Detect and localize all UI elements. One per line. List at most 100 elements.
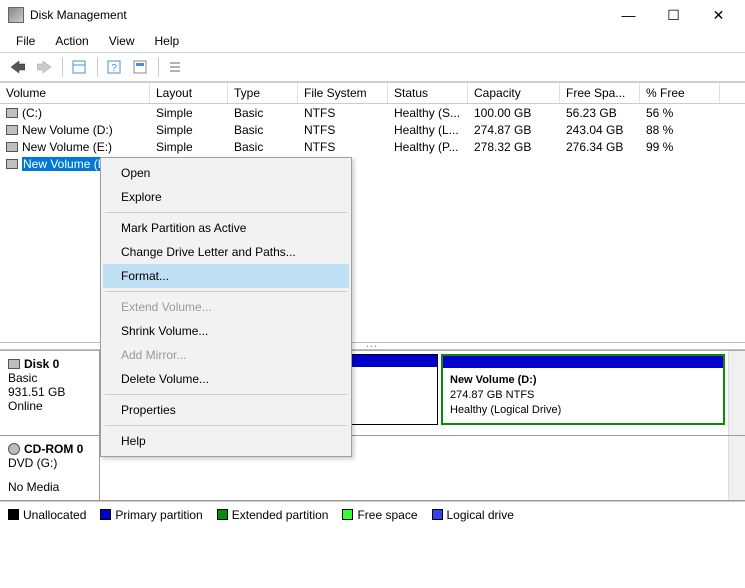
partition-d[interactable]: New Volume (D:) 274.87 GB NTFS Healthy (… bbox=[441, 354, 725, 425]
cell-free: 243.04 GB bbox=[560, 123, 640, 137]
disk-size: 931.51 GB bbox=[8, 385, 91, 399]
properties-button[interactable] bbox=[67, 56, 91, 78]
cell-pct: 37 % bbox=[640, 157, 720, 171]
legend-free: Free space bbox=[342, 508, 417, 522]
ctx-explore[interactable]: Explore bbox=[103, 185, 349, 209]
disk-type: Basic bbox=[8, 371, 91, 385]
ctx-delete-volume[interactable]: Delete Volume... bbox=[103, 367, 349, 391]
legend-primary: Primary partition bbox=[100, 508, 202, 522]
cell-type: Basic bbox=[228, 123, 298, 137]
cell-pct: 99 % bbox=[640, 140, 720, 154]
maximize-button[interactable]: ☐ bbox=[651, 1, 696, 29]
legend-unallocated: Unallocated bbox=[8, 508, 86, 522]
cell-free: 56.23 GB bbox=[560, 106, 640, 120]
disk-status: No Media bbox=[8, 480, 91, 494]
ctx-format[interactable]: Format... bbox=[103, 264, 349, 288]
help-button[interactable]: ? bbox=[102, 56, 126, 78]
legend: Unallocated Primary partition Extended p… bbox=[0, 501, 745, 528]
ctx-separator bbox=[105, 394, 347, 395]
ctx-properties[interactable]: Properties bbox=[103, 398, 349, 422]
cell-fs: NTFS bbox=[298, 140, 388, 154]
cell-capacity: 278.32 GB bbox=[468, 157, 560, 171]
legend-logical: Logical drive bbox=[432, 508, 514, 522]
volume-name: New Volume (D:) bbox=[22, 123, 113, 137]
ctx-shrink-volume[interactable]: Shrink Volume... bbox=[103, 319, 349, 343]
vertical-scrollbar[interactable] bbox=[728, 436, 745, 500]
disk-status: Online bbox=[8, 399, 91, 413]
col-volume[interactable]: Volume bbox=[0, 83, 150, 103]
cell-layout: Simple bbox=[150, 140, 228, 154]
cell-capacity: 100.00 GB bbox=[468, 106, 560, 120]
titlebar: Disk Management — ☐ ✕ bbox=[0, 0, 745, 30]
col-spacer bbox=[720, 83, 745, 103]
col-filesystem[interactable]: File System bbox=[298, 83, 388, 103]
ctx-add-mirror: Add Mirror... bbox=[103, 343, 349, 367]
partition-status: Healthy (Logical Drive) bbox=[450, 404, 561, 416]
toolbar: ? bbox=[0, 53, 745, 81]
ctx-help[interactable]: Help bbox=[103, 429, 349, 453]
volume-list-header: Volume Layout Type File System Status Ca… bbox=[0, 82, 745, 104]
svg-text:?: ? bbox=[111, 63, 117, 74]
context-menu: Open Explore Mark Partition as Active Ch… bbox=[100, 157, 352, 457]
col-type[interactable]: Type bbox=[228, 83, 298, 103]
volume-row[interactable]: (C:) Simple Basic NTFS Healthy (S... 100… bbox=[0, 104, 745, 121]
disk-info[interactable]: CD-ROM 0 DVD (G:) No Media bbox=[0, 436, 100, 500]
col-free[interactable]: Free Spa... bbox=[560, 83, 640, 103]
disk-icon bbox=[8, 359, 20, 369]
minimize-button[interactable]: — bbox=[606, 1, 651, 29]
disk-management-icon bbox=[8, 7, 24, 23]
list-view-button[interactable] bbox=[163, 56, 187, 78]
window-title: Disk Management bbox=[30, 8, 606, 22]
cell-status: Healthy (P... bbox=[388, 140, 468, 154]
cell-pct: 56 % bbox=[640, 106, 720, 120]
menu-help[interactable]: Help bbox=[145, 32, 190, 50]
close-button[interactable]: ✕ bbox=[696, 1, 741, 29]
volume-row[interactable]: New Volume (D:) Simple Basic NTFS Health… bbox=[0, 121, 745, 138]
toolbar-separator bbox=[97, 57, 98, 77]
cell-status: Healthy (P... bbox=[388, 157, 468, 171]
ctx-mark-active[interactable]: Mark Partition as Active bbox=[103, 216, 349, 240]
menu-view[interactable]: View bbox=[99, 32, 145, 50]
cell-layout: Simple bbox=[150, 106, 228, 120]
cell-status: Healthy (L... bbox=[388, 123, 468, 137]
cell-free: 276.34 GB bbox=[560, 140, 640, 154]
menubar: File Action View Help bbox=[0, 30, 745, 52]
col-capacity[interactable]: Capacity bbox=[468, 83, 560, 103]
ctx-extend-volume: Extend Volume... bbox=[103, 295, 349, 319]
settings-button[interactable] bbox=[128, 56, 152, 78]
back-button[interactable] bbox=[6, 56, 30, 78]
drive-icon bbox=[6, 108, 18, 118]
ctx-separator bbox=[105, 291, 347, 292]
drive-icon bbox=[6, 125, 18, 135]
vertical-scrollbar[interactable] bbox=[728, 351, 745, 435]
cell-pct: 88 % bbox=[640, 123, 720, 137]
toolbar-separator bbox=[158, 57, 159, 77]
col-layout[interactable]: Layout bbox=[150, 83, 228, 103]
cell-fs: NTFS bbox=[298, 106, 388, 120]
cell-capacity: 274.87 GB bbox=[468, 123, 560, 137]
ctx-separator bbox=[105, 212, 347, 213]
forward-button[interactable] bbox=[32, 56, 56, 78]
disk-info[interactable]: Disk 0 Basic 931.51 GB Online bbox=[0, 351, 100, 435]
volume-name: (C:) bbox=[22, 106, 42, 120]
partition-sub: 274.87 GB NTFS bbox=[450, 389, 534, 401]
cell-free: 102.52 GB bbox=[560, 157, 640, 171]
ctx-separator bbox=[105, 425, 347, 426]
disk-name: CD-ROM 0 bbox=[24, 442, 83, 456]
menu-action[interactable]: Action bbox=[45, 32, 98, 50]
ctx-change-drive-letter[interactable]: Change Drive Letter and Paths... bbox=[103, 240, 349, 264]
cell-capacity: 278.32 GB bbox=[468, 140, 560, 154]
cell-fs: NTFS bbox=[298, 123, 388, 137]
col-status[interactable]: Status bbox=[388, 83, 468, 103]
cell-status: Healthy (S... bbox=[388, 106, 468, 120]
legend-extended: Extended partition bbox=[217, 508, 329, 522]
ctx-open[interactable]: Open bbox=[103, 161, 349, 185]
partition-stripe bbox=[443, 356, 723, 368]
col-pctfree[interactable]: % Free bbox=[640, 83, 720, 103]
cell-layout: Simple bbox=[150, 123, 228, 137]
toolbar-separator bbox=[62, 57, 63, 77]
menu-file[interactable]: File bbox=[6, 32, 45, 50]
volume-name: New Volume (E:) bbox=[22, 140, 112, 154]
volume-row[interactable]: New Volume (E:) Simple Basic NTFS Health… bbox=[0, 138, 745, 155]
cell-type: Basic bbox=[228, 106, 298, 120]
